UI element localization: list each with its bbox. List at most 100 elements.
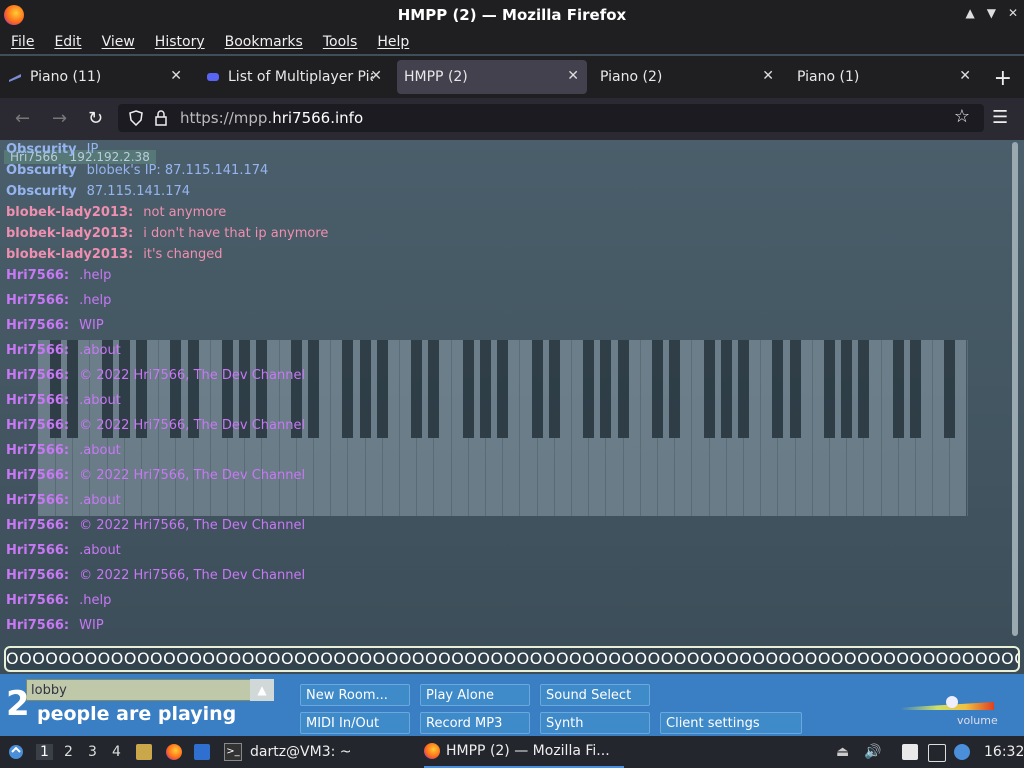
tab-hmpp-2[interactable]: HMPP (2) ✕ [397, 60, 587, 94]
minimize-icon[interactable]: ▲ [965, 6, 974, 20]
piano-black-key[interactable] [531, 340, 543, 438]
hamburger-menu-icon[interactable]: ☰ [992, 107, 1008, 128]
piano-black-key[interactable] [359, 340, 371, 438]
system-menu-icon[interactable] [6, 743, 26, 761]
piano-black-key[interactable] [342, 340, 354, 438]
chat-message-author[interactable]: Hri7566: [6, 368, 69, 383]
chat-message-author[interactable]: Hri7566: [6, 293, 69, 308]
tab-piano-1[interactable]: Piano (1) ✕ [797, 60, 979, 94]
chat-message-author[interactable]: Hri7566: [6, 393, 69, 408]
desktop-icon[interactable] [194, 744, 210, 760]
chat-message-author[interactable]: Hri7566: [6, 543, 69, 558]
menu-view[interactable]: View [102, 34, 135, 50]
piano-black-key[interactable] [617, 340, 629, 438]
chat-message-author[interactable]: Hri7566: [6, 593, 69, 608]
workspace-3[interactable]: 3 [88, 744, 97, 760]
chat-message-author[interactable]: Hri7566: [6, 618, 69, 633]
chat-message-author[interactable]: Hri7566: [6, 468, 69, 483]
record-mp3-button[interactable]: Record MP3 [420, 712, 530, 734]
piano-black-key[interactable] [944, 340, 956, 438]
piano-black-key[interactable] [376, 340, 388, 438]
room-dropdown-arrow-icon[interactable]: ▲ [250, 679, 274, 701]
chat-message-author[interactable]: Hri7566: [6, 268, 69, 283]
tab-list-of-multiplayer[interactable]: List of Multiplayer Pia ✕ [206, 60, 390, 94]
piano-black-key[interactable] [583, 340, 595, 438]
menu-help[interactable]: Help [377, 34, 409, 50]
piano-black-key[interactable] [548, 340, 560, 438]
notification-icon[interactable] [954, 744, 970, 760]
piano-black-key[interactable] [428, 340, 440, 438]
tab-piano-2[interactable]: Piano (2) ✕ [600, 60, 782, 94]
piano-black-key[interactable] [720, 340, 732, 438]
piano-black-key[interactable] [824, 340, 835, 438]
piano-black-key[interactable] [497, 340, 509, 438]
eject-icon[interactable]: ⏏ [836, 744, 849, 760]
play-alone-button[interactable]: Play Alone [420, 684, 530, 706]
chat-message-author[interactable]: Obscurity [6, 184, 77, 199]
clipboard-icon[interactable] [902, 744, 918, 760]
chat-message-author[interactable]: Obscurity [6, 163, 77, 178]
chat-message-author[interactable]: Hri7566: [6, 493, 69, 508]
close-tab-icon[interactable]: ✕ [370, 68, 382, 84]
workspace-4[interactable]: 4 [112, 744, 121, 760]
tab-piano-11[interactable]: Piano (11) ✕ [8, 60, 190, 94]
firefox-launcher-icon[interactable] [166, 744, 182, 760]
piano-black-key[interactable] [772, 340, 784, 438]
menu-tools[interactable]: Tools [323, 34, 358, 50]
room-select[interactable]: lobby [26, 679, 274, 701]
chat-message-author[interactable]: Hri7566: [6, 318, 69, 333]
piano-black-key[interactable] [480, 340, 491, 438]
piano-black-key[interactable] [789, 340, 801, 438]
chat-message-author[interactable]: Hri7566: [6, 443, 69, 458]
chat-message-author[interactable]: blobek-lady2013: [6, 247, 133, 262]
bookmark-star-icon[interactable]: ☆ [954, 106, 970, 127]
chat-message-author[interactable]: Obscurity [6, 142, 77, 157]
piano-black-key[interactable] [841, 340, 853, 438]
workspace-2[interactable]: 2 [64, 744, 73, 760]
close-tab-icon[interactable]: ✕ [959, 68, 971, 84]
menu-file[interactable]: File [11, 34, 34, 50]
sound-select-button[interactable]: Sound Select [540, 684, 650, 706]
reload-icon[interactable]: ↻ [88, 108, 103, 129]
close-tab-icon[interactable]: ✕ [567, 68, 579, 84]
shield-icon[interactable] [128, 110, 144, 126]
piano-black-key[interactable] [910, 340, 921, 438]
workspace-1[interactable]: 1 [36, 744, 53, 760]
chat-message-author[interactable]: Hri7566: [6, 518, 69, 533]
menu-history[interactable]: History [155, 34, 205, 50]
menu-edit[interactable]: Edit [54, 34, 81, 50]
chat-message-author[interactable]: Hri7566: [6, 343, 69, 358]
piano-black-key[interactable] [892, 340, 904, 438]
piano-black-key[interactable] [738, 340, 749, 438]
lock-icon[interactable] [154, 110, 168, 126]
maximize-icon[interactable]: ▼ [987, 6, 996, 20]
piano-black-key[interactable] [703, 340, 715, 438]
close-window-icon[interactable]: ✕ [1008, 6, 1018, 20]
network-icon[interactable] [928, 744, 946, 762]
piano-black-key[interactable] [308, 340, 319, 438]
close-tab-icon[interactable]: ✕ [170, 68, 182, 84]
new-room-button[interactable]: New Room... [300, 684, 410, 706]
forward-arrow-icon[interactable]: → [52, 108, 67, 129]
midi-in-out-button[interactable]: MIDI In/Out [300, 712, 410, 734]
chat-scrollbar[interactable] [1012, 142, 1018, 636]
piano-black-key[interactable] [652, 340, 663, 438]
piano-black-key[interactable] [411, 340, 423, 438]
firefox-task[interactable]: HMPP (2) — Mozilla Fi... [424, 736, 624, 768]
chat-message-author[interactable]: blobek-lady2013: [6, 205, 133, 220]
client-settings-button[interactable]: Client settings [660, 712, 802, 734]
chat-input[interactable]: OOOOOOOOOOOOOOOOOOOOOOOOOOOOOOOOOOOOOOOO… [4, 646, 1020, 672]
piano-black-key[interactable] [600, 340, 612, 438]
chat-message-author[interactable]: blobek-lady2013: [6, 226, 133, 241]
terminal-task[interactable]: >_ dartz@VM3: ~ [224, 736, 352, 768]
menu-bookmarks[interactable]: Bookmarks [225, 34, 303, 50]
url-bar[interactable]: https://mpp.hri7566.info ☆ [118, 104, 984, 132]
back-arrow-icon[interactable]: ← [15, 108, 30, 129]
volume-knob[interactable] [946, 696, 958, 708]
file-manager-icon[interactable] [136, 744, 152, 760]
speaker-icon[interactable]: 🔊 [864, 744, 881, 760]
piano-black-key[interactable] [462, 340, 474, 438]
piano-black-key[interactable] [858, 340, 870, 438]
new-tab-icon[interactable]: + [994, 66, 1012, 91]
close-tab-icon[interactable]: ✕ [762, 68, 774, 84]
